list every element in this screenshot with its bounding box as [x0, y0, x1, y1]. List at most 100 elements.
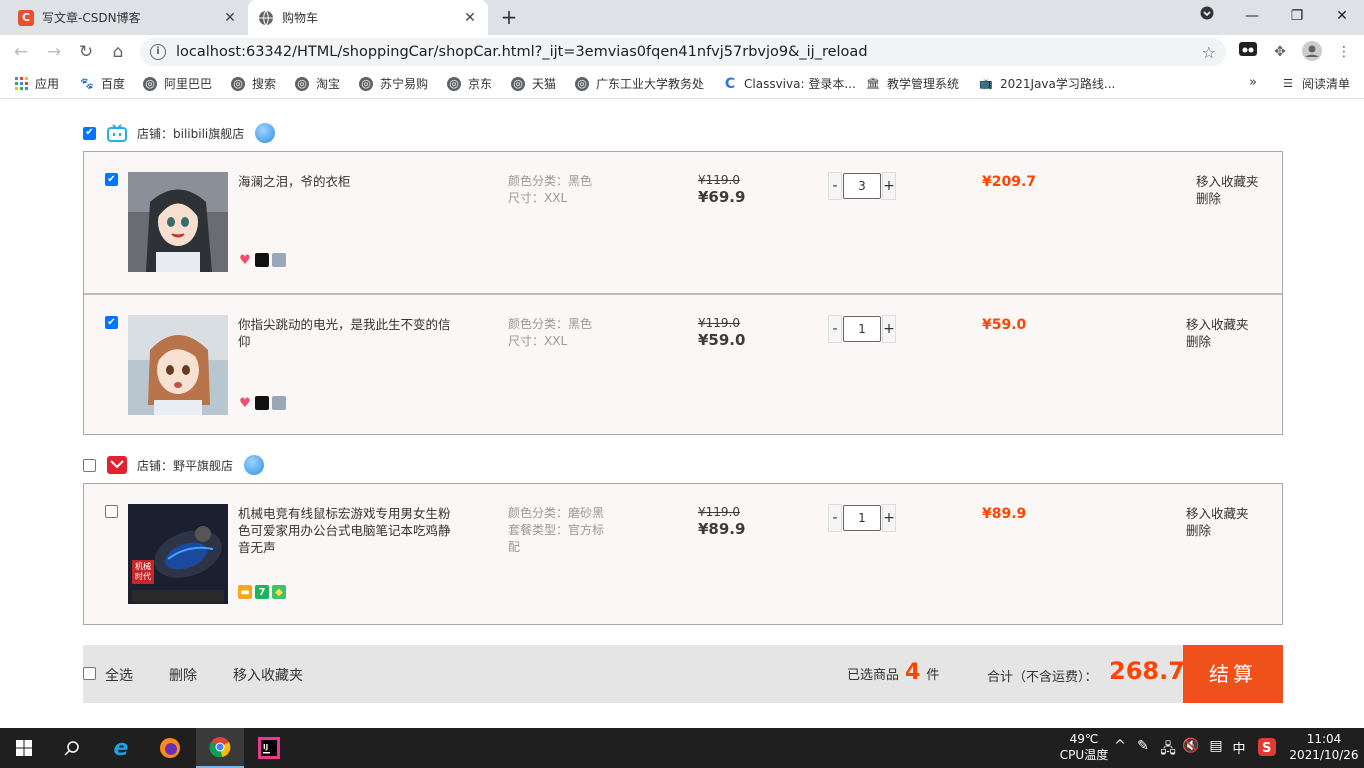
delete-selected-link[interactable]: 删除	[169, 665, 197, 685]
cpu-temperature[interactable]: 49℃ CPU温度	[1056, 731, 1112, 763]
back-icon[interactable]: ←	[9, 40, 33, 64]
firefox-icon[interactable]	[146, 728, 194, 768]
badge-gray-icon	[272, 253, 286, 267]
original-price: ¥119.0	[698, 316, 740, 330]
qty-minus-button[interactable]: -	[828, 504, 842, 532]
item-subtotal: ¥89.9	[982, 506, 1027, 522]
product-name[interactable]: 海澜之泪，爷的衣柜	[238, 173, 452, 190]
menu-icon[interactable]: ⋮	[1333, 41, 1355, 63]
puzzle-icon[interactable]: ✥	[1269, 41, 1291, 63]
close-icon[interactable]: ✕	[222, 10, 238, 26]
ime-indicator[interactable]: 中	[1229, 738, 1249, 757]
globe-icon: ◎	[447, 76, 461, 91]
chrome-icon[interactable]	[196, 728, 244, 768]
bookmark-apps[interactable]: 应用	[14, 75, 59, 92]
qty-input[interactable]: 1	[843, 505, 881, 531]
new-tab-button[interactable]: +	[498, 6, 520, 28]
qty-plus-button[interactable]: +	[882, 315, 896, 343]
home-icon[interactable]: ⌂	[106, 40, 130, 64]
shop-name[interactable]: 店铺：bilibili旗舰店	[137, 125, 244, 142]
info-icon[interactable]: i	[150, 44, 166, 60]
product-image[interactable]	[128, 172, 228, 272]
wangwang-chat-icon[interactable]	[244, 455, 265, 475]
badge-black-icon	[255, 253, 269, 267]
wangwang-chat-icon[interactable]	[255, 123, 276, 143]
product-name[interactable]: 你指尖跳动的电光，是我此生不变的信仰	[238, 316, 452, 350]
pen-workspace-icon[interactable]: ✎	[1133, 738, 1153, 754]
selected-suffix: 件	[926, 668, 940, 683]
tab-shopping-cart[interactable]: 购物车 ✕	[248, 0, 488, 35]
restore-button[interactable]: ❐	[1275, 0, 1319, 32]
attr-color: 颜色分类：黑色	[508, 317, 593, 331]
item-checkbox[interactable]: ✔	[105, 316, 118, 329]
tab-csdn[interactable]: C 写文章-CSDN博客 ✕	[8, 0, 248, 35]
bookmark-teaching[interactable]: 🏛 教学管理系统	[866, 75, 959, 92]
reload-icon[interactable]: ↻	[74, 40, 98, 64]
select-all-label[interactable]: 全选	[105, 665, 133, 685]
qty-input[interactable]: 3	[843, 173, 881, 199]
ie-icon[interactable]: e	[97, 728, 145, 768]
close-window-button[interactable]: ✕	[1320, 0, 1364, 32]
minimize-button[interactable]: —	[1230, 0, 1274, 32]
move-to-favorites-link[interactable]: 移入收藏夹	[1186, 505, 1249, 522]
shop-name[interactable]: 店铺：野平旗舰店	[137, 457, 233, 474]
reading-list-icon: ☰	[1283, 77, 1293, 90]
action-center-icon[interactable]: ▤	[1206, 738, 1226, 754]
address-bar[interactable]: i localhost:63342/HTML/shoppingCar/shopC…	[140, 38, 1226, 66]
bookmark-java[interactable]: 📺 2021Java学习路线...	[979, 75, 1115, 92]
item-checkbox[interactable]: ✔	[105, 173, 118, 186]
shop-header: ✔ 店铺：bilibili旗舰店	[83, 121, 276, 145]
bookmark-gdut[interactable]: ◎ 广东工业大学教务处	[575, 75, 704, 92]
shop-checkbox[interactable]: ✔	[83, 126, 96, 140]
windows-start-icon[interactable]	[0, 728, 48, 768]
more-bookmarks-icon[interactable]: »	[1249, 75, 1257, 90]
intellij-icon[interactable]: IJ	[245, 728, 293, 768]
product-name[interactable]: 机械电竞有线鼠标宏游戏专用男女生粉色可爱家用办公台式电脑笔记本吃鸡静音无声	[238, 505, 452, 556]
move-to-favorites-link[interactable]: 移入收藏夹	[1186, 316, 1249, 333]
qty-plus-button[interactable]: +	[882, 504, 896, 532]
shop-checkbox[interactable]	[83, 458, 96, 472]
qty-input[interactable]: 1	[843, 316, 881, 342]
product-image[interactable]: 机械时代	[128, 504, 228, 604]
extension-icon[interactable]	[1237, 41, 1259, 63]
shop-logo-icon	[107, 456, 127, 474]
qty-minus-button[interactable]: -	[828, 315, 842, 343]
bookmark-label: 苏宁易购	[380, 77, 429, 91]
app-tray-icon[interactable]: S	[1257, 738, 1277, 760]
bookmark-taobao[interactable]: ◎ 淘宝	[295, 75, 340, 92]
move-to-favorites-link[interactable]: 移入收藏夹	[1196, 173, 1259, 190]
cart-item: ✔ 海澜之泪，爷的衣柜 ♥ 颜色分类：黑色 尺寸：XXL ¥119.0 ¥69.…	[84, 152, 1282, 293]
qty-minus-button[interactable]: -	[828, 172, 842, 200]
qty-plus-button[interactable]: +	[882, 172, 896, 200]
product-image[interactable]	[128, 315, 228, 415]
delete-link[interactable]: 删除	[1196, 190, 1259, 207]
clock[interactable]: 11:04 2021/10/26	[1286, 731, 1362, 763]
selected-count: 已选商品 4 件	[847, 660, 939, 685]
bookmark-baidu[interactable]: 🐾 百度	[80, 75, 125, 92]
bookmark-search[interactable]: ◎ 搜索	[231, 75, 276, 92]
bookmark-classviva[interactable]: C Classviva: 登录本...	[723, 75, 856, 92]
bookmark-suning[interactable]: ◎ 苏宁易购	[359, 75, 428, 92]
item-operations: 移入收藏夹 删除	[1186, 316, 1249, 350]
forward-icon[interactable]: →	[42, 40, 66, 64]
bookmark-alibaba[interactable]: ◎ 阿里巴巴	[143, 75, 212, 92]
product-image-caption: 机械时代	[135, 562, 151, 581]
delete-link[interactable]: 删除	[1186, 333, 1249, 350]
volume-muted-icon[interactable]: 🔇	[1181, 738, 1201, 754]
bookmark-star-icon[interactable]: ☆	[1202, 43, 1216, 62]
select-all-checkbox[interactable]	[83, 667, 96, 680]
search-icon[interactable]	[48, 728, 96, 768]
bookmark-jd[interactable]: ◎ 京东	[447, 75, 492, 92]
url-text[interactable]: localhost:63342/HTML/shoppingCar/shopCar…	[176, 44, 868, 60]
show-hidden-icons-icon[interactable]: ^	[1110, 738, 1130, 754]
close-icon[interactable]: ✕	[462, 10, 478, 26]
move-selected-to-favorites-link[interactable]: 移入收藏夹	[233, 665, 303, 685]
item-checkbox[interactable]	[105, 505, 118, 518]
profile-avatar-icon[interactable]	[1301, 41, 1323, 63]
checkout-button[interactable]: 结算	[1183, 645, 1283, 703]
reading-list[interactable]: ☰ 阅读清单	[1281, 75, 1350, 92]
bookmark-tmall[interactable]: ◎ 天猫	[511, 75, 556, 92]
tab-search-icon[interactable]	[1185, 0, 1229, 32]
delete-link[interactable]: 删除	[1186, 522, 1249, 539]
network-icon[interactable]: 🖧	[1158, 738, 1178, 762]
